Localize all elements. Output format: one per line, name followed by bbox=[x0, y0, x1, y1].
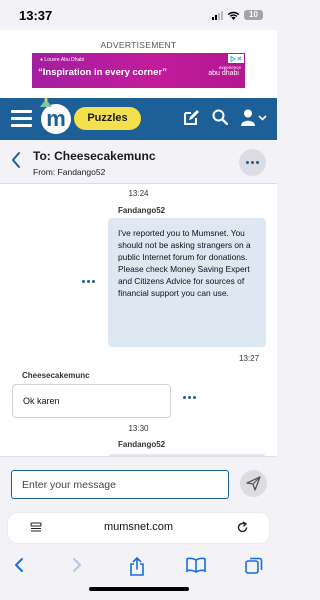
incoming-message: Ok karen bbox=[12, 384, 171, 418]
ad-label: ADVERTISEMENT bbox=[100, 40, 177, 50]
share-icon[interactable] bbox=[128, 557, 146, 576]
message-timestamp: 13:30 bbox=[128, 424, 149, 433]
compose-bar bbox=[0, 456, 277, 508]
conversation-header: To: Cheesecakemunc From: Fandango52 bbox=[0, 140, 277, 184]
outgoing-message: I've reported you to Mumsnet. You should… bbox=[108, 218, 266, 347]
send-button[interactable] bbox=[240, 470, 267, 497]
forward-icon[interactable] bbox=[70, 557, 84, 573]
message-options-icon[interactable] bbox=[82, 280, 95, 283]
send-icon bbox=[246, 476, 261, 491]
bookmarks-icon[interactable] bbox=[186, 557, 206, 573]
battery-icon: 10 bbox=[244, 10, 263, 20]
edit-icon[interactable] bbox=[183, 109, 200, 126]
puzzles-button[interactable]: Puzzles bbox=[74, 107, 141, 130]
message-input[interactable] bbox=[11, 470, 229, 499]
phone-screen: 13:37 10 ADVERTISEMENT ● Louvre Abu Dhab… bbox=[0, 0, 277, 600]
more-icon bbox=[246, 161, 259, 164]
site-header: m Puzzles bbox=[0, 98, 277, 140]
message-options-icon[interactable] bbox=[183, 396, 196, 399]
conversation-from: From: Fandango52 bbox=[33, 167, 106, 177]
location-pin-icon: ● bbox=[40, 57, 44, 63]
reload-icon[interactable] bbox=[236, 521, 249, 534]
mumsnet-logo[interactable]: m bbox=[40, 98, 71, 134]
ad-location: ● Louvre Abu Dhabi bbox=[40, 57, 84, 63]
back-icon[interactable] bbox=[12, 557, 26, 573]
message-sender: Fandango52 bbox=[118, 440, 166, 449]
conversation-title: To: Cheesecakemunc bbox=[33, 149, 156, 163]
conversation-options-button[interactable] bbox=[239, 149, 266, 176]
adchoices-icon[interactable] bbox=[228, 54, 244, 63]
party-hat-icon bbox=[40, 98, 52, 107]
ad-brand: abu dhabi bbox=[208, 70, 239, 77]
ad-location-text: Louvre Abu Dhabi bbox=[44, 57, 85, 63]
status-bar: 13:37 10 bbox=[0, 0, 277, 30]
status-time: 13:37 bbox=[19, 8, 53, 23]
ad-banner[interactable]: ● Louvre Abu Dhabi “Inspiration in every… bbox=[32, 53, 245, 88]
ad-container: ADVERTISEMENT ● Louvre Abu Dhabi “Inspir… bbox=[0, 30, 277, 98]
message-sender: Fandango52 bbox=[118, 206, 166, 215]
url-text: mumsnet.com bbox=[103, 521, 174, 533]
url-field[interactable]: mumsnet.com bbox=[8, 513, 269, 543]
wifi-icon bbox=[227, 11, 240, 20]
message-sender: Cheesecakemunc bbox=[22, 371, 90, 380]
menu-icon[interactable] bbox=[11, 110, 32, 127]
tabs-icon[interactable] bbox=[245, 557, 263, 575]
ad-headline: “Inspiration in every corner” bbox=[38, 67, 167, 78]
message-timestamp: 13:27 bbox=[239, 354, 260, 363]
logo-letter: m bbox=[46, 106, 66, 131]
back-arrow-icon[interactable] bbox=[10, 151, 22, 169]
search-icon[interactable] bbox=[212, 109, 228, 125]
browser-toolbar bbox=[0, 548, 277, 600]
account-icon[interactable] bbox=[241, 109, 268, 126]
message-thread[interactable]: 13:24 Fandango52 I've reported you to Mu… bbox=[0, 184, 277, 456]
message-timestamp: 13:24 bbox=[128, 189, 149, 198]
browser-address-bar: mumsnet.com bbox=[0, 508, 277, 548]
status-icons: 10 bbox=[212, 10, 263, 20]
home-indicator[interactable] bbox=[89, 587, 189, 591]
signal-icon bbox=[212, 10, 223, 20]
